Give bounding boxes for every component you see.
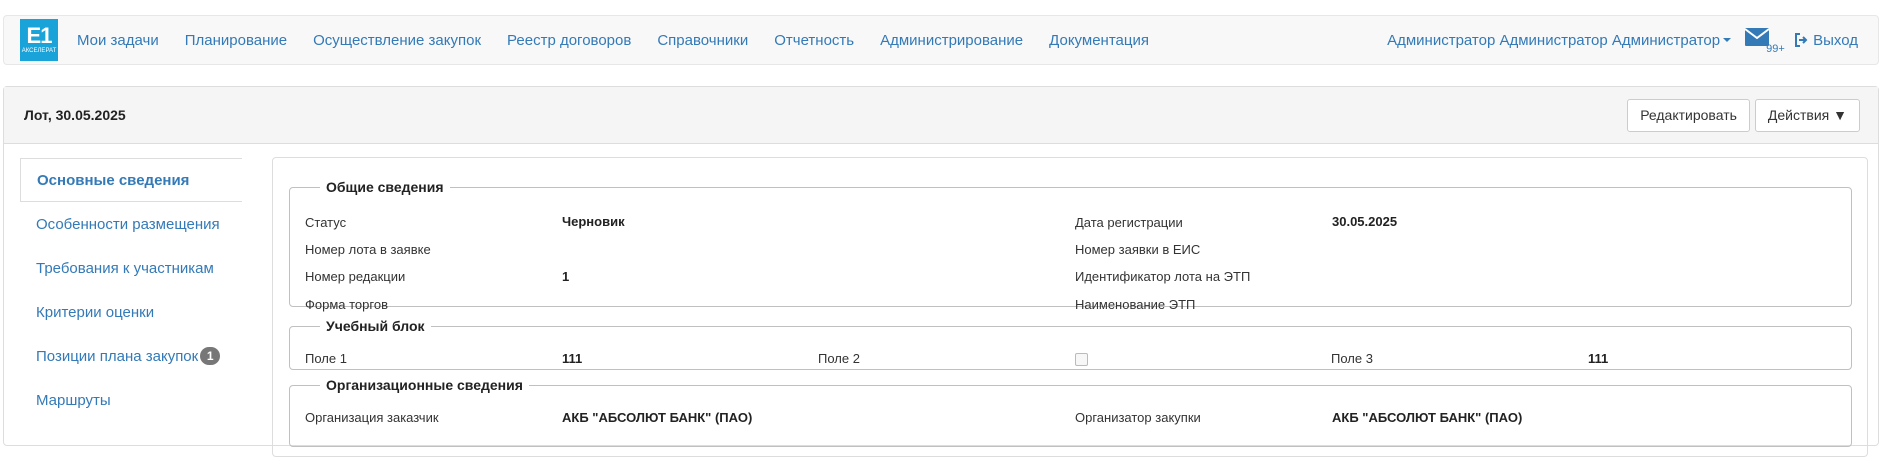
organizer-label: Организатор закупки xyxy=(1075,410,1201,425)
section-legend: Организационные сведения xyxy=(326,377,523,393)
customer-org-label: Организация заказчик xyxy=(305,410,439,425)
sidebar-item-label: Особенности размещения xyxy=(36,215,220,233)
edition-label: Номер редакции xyxy=(305,269,406,284)
sidebar-item-label: Критерии оценки xyxy=(36,303,155,321)
sidebar-item-label: Основные сведения xyxy=(37,171,190,189)
count-badge: 1 xyxy=(200,347,221,365)
nav-documentation[interactable]: Документация xyxy=(1036,32,1162,49)
section-sidebar: Основные сведения Особенности размещения… xyxy=(20,158,242,422)
field1-value: 111 xyxy=(562,351,583,366)
nav-planning[interactable]: Планирование xyxy=(172,32,300,49)
etp-lot-id-label: Идентификатор лота на ЭТП xyxy=(1075,269,1251,284)
organizer-value: АКБ "АБСОЛЮТ БАНК" (ПАО) xyxy=(1332,410,1523,425)
registration-date-value: 30.05.2025 xyxy=(1332,214,1398,229)
edit-button[interactable]: Редактировать xyxy=(1627,98,1750,132)
main-menu: Мои задачи Планирование Осуществление за… xyxy=(64,32,1162,49)
field2-label: Поле 2 xyxy=(818,351,860,366)
logout-link[interactable]: Выход xyxy=(1794,32,1858,49)
sidebar-item-placement-features[interactable]: Особенности размещения xyxy=(20,202,242,246)
sidebar-item-label: Маршруты xyxy=(36,391,111,409)
sidebar-item-participant-requirements[interactable]: Требования к участникам xyxy=(20,246,242,290)
app-logo[interactable]: E1 АКСЕЛЕРАТ xyxy=(20,19,58,61)
general-info-section: Общие сведения Статус Черновик Номер лот… xyxy=(289,179,1852,312)
section-legend: Общие сведения xyxy=(326,179,444,195)
page-title: Лот, 30.05.2025 xyxy=(24,107,126,123)
field2-checkbox[interactable] xyxy=(1075,353,1088,366)
lot-panel: Лот, 30.05.2025 Редактировать Действия ▼… xyxy=(3,86,1879,457)
field1-label: Поле 1 xyxy=(305,351,347,366)
etp-name-label: Наименование ЭТП xyxy=(1075,297,1196,312)
section-legend: Учебный блок xyxy=(326,318,425,334)
header-actions: Редактировать Действия ▼ xyxy=(1627,98,1860,132)
main-content: Общие сведения Статус Черновик Номер лот… xyxy=(272,157,1868,457)
edition-value: 1 xyxy=(562,269,570,284)
mail-button[interactable]: 99+ xyxy=(1744,27,1785,55)
registration-date-label: Дата регистрации xyxy=(1075,215,1183,230)
status-label: Статус xyxy=(305,215,347,230)
logout-label: Выход xyxy=(1813,31,1858,49)
field3-label: Поле 3 xyxy=(1331,351,1373,366)
logo-text: E1 xyxy=(26,23,53,48)
nav-references[interactable]: Справочники xyxy=(644,32,761,49)
top-navbar: E1 АКСЕЛЕРАТ Мои задачи Планирование Осу… xyxy=(3,15,1879,65)
panel-header: Лот, 30.05.2025 Редактировать Действия ▼ xyxy=(4,87,1878,144)
logo-subtext: АКСЕЛЕРАТ xyxy=(21,48,57,54)
eis-number-label: Номер заявки в ЕИС xyxy=(1075,242,1201,257)
sidebar-item-routes[interactable]: Маршруты xyxy=(20,378,242,422)
nav-contracts-registry[interactable]: Реестр договоров xyxy=(494,32,644,49)
user-name: Администратор Администратор Администрато… xyxy=(1387,31,1721,49)
user-area: Администратор Администратор Администрато… xyxy=(1387,27,1858,55)
mail-count-badge: 99+ xyxy=(1766,43,1785,55)
nav-administration[interactable]: Администрирование xyxy=(867,32,1036,49)
sidebar-item-label: Позиции плана закупок xyxy=(36,347,199,365)
organizational-section: Организационные сведения Организация зак… xyxy=(289,377,1852,447)
lot-number-label: Номер лота в заявке xyxy=(305,242,431,257)
status-value: Черновик xyxy=(562,214,625,229)
sidebar-item-label: Требования к участникам xyxy=(36,259,214,277)
sidebar-item-evaluation-criteria[interactable]: Критерии оценки xyxy=(20,290,242,334)
logout-icon xyxy=(1795,33,1808,47)
training-block-section: Учебный блок Поле 1 111 Поле 2 Поле 3 11… xyxy=(289,318,1852,370)
sidebar-item-plan-positions[interactable]: Позиции плана закупок 1 xyxy=(20,334,242,378)
customer-org-value: АКБ "АБСОЛЮТ БАНК" (ПАО) xyxy=(562,410,753,425)
user-menu[interactable]: Администратор Администратор Администрато… xyxy=(1387,31,1732,49)
actions-dropdown-button[interactable]: Действия ▼ xyxy=(1754,98,1860,132)
trade-form-label: Форма торгов xyxy=(305,297,388,312)
nav-my-tasks[interactable]: Мои задачи xyxy=(64,32,172,49)
sidebar-item-general-info[interactable]: Основные сведения xyxy=(20,158,242,202)
chevron-down-icon xyxy=(1723,38,1732,42)
nav-reporting[interactable]: Отчетность xyxy=(761,32,867,49)
field3-value: 111 xyxy=(1588,351,1609,366)
nav-procurement[interactable]: Осуществление закупок xyxy=(300,32,494,49)
